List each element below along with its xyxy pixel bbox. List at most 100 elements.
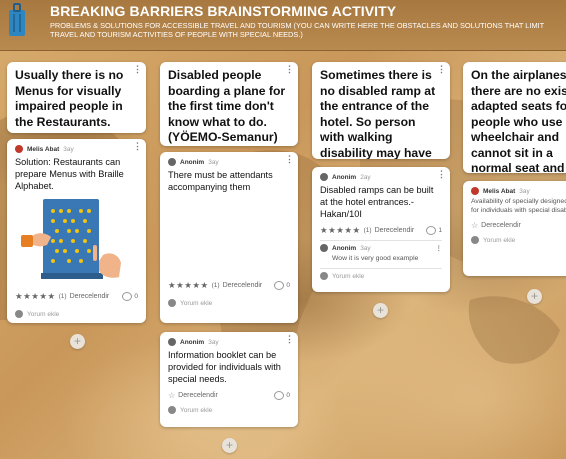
add-post-button[interactable]: +	[70, 334, 85, 349]
comment-icon[interactable]	[426, 226, 437, 235]
more-options-icon[interactable]: ⋮	[133, 142, 142, 151]
post-text: Information booklet can be provided for …	[168, 350, 281, 384]
post-meta: Anonim 3ay	[160, 152, 298, 166]
post-age: 3ay	[208, 338, 219, 346]
post-card[interactable]: ⋮ Anonim 2ay Disabled ramps can be built…	[312, 167, 450, 292]
braille-menu-illustration	[21, 199, 121, 279]
post-age: 3ay	[519, 187, 530, 195]
add-comment[interactable]: Yorum ekle	[160, 295, 298, 313]
author-name: Anonim	[332, 173, 357, 181]
post-age: 2ay	[360, 173, 371, 181]
rating-row: ★★★★★ (1) Derecelendir 1	[312, 225, 450, 236]
post-text: There must be attendants accompanying th…	[168, 170, 273, 192]
rating-count: (1)	[363, 227, 372, 234]
post-meta: Melis Abat 3ay	[463, 181, 566, 195]
star-rating[interactable]: ★★★★★	[320, 225, 361, 236]
avatar	[320, 244, 328, 252]
more-options-icon[interactable]: ⋮	[285, 155, 294, 164]
rate-link[interactable]: Derecelendir	[481, 222, 521, 229]
rate-link[interactable]: Derecelendir	[223, 282, 263, 289]
add-post-button[interactable]: +	[527, 289, 542, 304]
post-text: Usually there is no Menus for visually i…	[15, 68, 124, 129]
add-comment[interactable]: Yorum ekle	[312, 269, 450, 286]
post-text: Solution: Restaurants can prepare Menus …	[15, 157, 124, 191]
comment-count: 0	[286, 282, 290, 289]
author-name: Anonim	[180, 158, 205, 166]
star-rating[interactable]: ★★★★★	[15, 291, 56, 302]
reply-meta: Anonim 3ay ⋮	[312, 241, 450, 252]
author-name: Anonim	[180, 338, 205, 346]
add-comment-label: Yorum ekle	[332, 272, 365, 280]
more-options-icon[interactable]: ⋮	[133, 65, 142, 74]
add-comment-label: Yorum ekle	[483, 236, 516, 244]
avatar	[168, 158, 176, 166]
add-comment[interactable]: Yorum ekle	[7, 306, 146, 323]
add-comment-label: Yorum ekle	[27, 310, 60, 318]
add-comment[interactable]: Yorum ekle	[463, 232, 566, 250]
column-header-post-4[interactable]: On the airplanes there are no exist adap…	[463, 62, 566, 173]
author-name: Melis Abat	[483, 187, 516, 195]
star-rating[interactable]: ★★★★★	[168, 280, 209, 291]
board-subtitle: PROBLEMS & SOLUTIONS FOR ACCESSIBLE TRAV…	[50, 21, 545, 39]
post-meta: Anonim 3ay	[160, 332, 298, 346]
user-avatar-icon	[320, 272, 328, 280]
star-outline-icon[interactable]: ☆	[168, 391, 175, 400]
avatar	[15, 145, 23, 153]
column-header-post-3[interactable]: ⋮ Sometimes there is no disabled ramp at…	[312, 62, 450, 159]
comment-icon[interactable]	[274, 281, 285, 290]
add-post-button[interactable]: +	[222, 438, 237, 453]
rating-count: (1)	[211, 282, 220, 289]
author-name: Melis Abat	[27, 145, 60, 153]
column-header-post-2[interactable]: ⋮ Disabled people boarding a plane for t…	[160, 62, 298, 146]
board-title: BREAKING BARRIERS BRAINSTORMING ACTIVITY	[50, 3, 397, 19]
board-header: BREAKING BARRIERS BRAINSTORMING ACTIVITY…	[0, 0, 566, 51]
comment-count: 1	[438, 227, 442, 234]
post-card[interactable]: ⋮ Anonim 3ay Information booklet can be …	[160, 332, 298, 427]
post-text: Availability of specially designed seats…	[471, 198, 566, 214]
rating-row: ☆ Derecelendir 0	[160, 391, 298, 400]
post-card[interactable]: ⋮ Anonim 3ay There must be attendants ac…	[160, 152, 298, 323]
rating-row: ★★★★★ (1) Derecelendir 0	[7, 291, 146, 302]
rate-link[interactable]: Derecelendir	[178, 392, 218, 399]
suitcase-icon	[9, 3, 25, 36]
avatar	[168, 338, 176, 346]
user-avatar-icon	[471, 236, 479, 244]
rating-row: ★★★★★ (1) Derecelendir 0	[160, 280, 298, 291]
user-avatar-icon	[168, 406, 176, 414]
avatar	[320, 173, 328, 181]
post-text: Disabled ramps can be built at the hotel…	[320, 185, 434, 219]
more-options-icon[interactable]: ⋮	[437, 170, 446, 179]
more-options-icon[interactable]: ⋮	[436, 244, 443, 252]
post-text: On the airplanes there are no exist adap…	[471, 68, 566, 173]
column-header-post-1[interactable]: ⋮ Usually there is no Menus for visually…	[7, 62, 146, 133]
more-options-icon[interactable]: ⋮	[437, 65, 446, 74]
comment-count: 0	[286, 392, 290, 399]
comment-count: 0	[134, 293, 138, 300]
reply-age: 3ay	[360, 244, 371, 252]
post-meta: Melis Abat 3ay	[7, 139, 146, 153]
avatar	[471, 187, 479, 195]
star-outline-icon[interactable]: ☆	[471, 221, 478, 230]
post-meta: Anonim 2ay	[312, 167, 450, 181]
add-comment-label: Yorum ekle	[180, 299, 213, 307]
add-comment-label: Yorum ekle	[180, 406, 213, 414]
reply-text: Wow it is very good example	[332, 255, 419, 262]
more-options-icon[interactable]: ⋮	[285, 65, 294, 74]
post-card[interactable]: ⋮ Melis Abat 3ay Solution: Restaurants c…	[7, 139, 146, 323]
rate-link[interactable]: Derecelendir	[70, 293, 110, 300]
add-post-button[interactable]: +	[373, 303, 388, 318]
rating-count: (1)	[58, 293, 67, 300]
comment-icon[interactable]	[274, 391, 285, 400]
user-avatar-icon	[15, 310, 23, 318]
more-options-icon[interactable]: ⋮	[285, 335, 294, 344]
post-text: Sometimes there is no disabled ramp at t…	[320, 68, 436, 159]
reply-author: Anonim	[332, 244, 357, 252]
post-card[interactable]: Melis Abat 3ay Availability of specially…	[463, 181, 566, 276]
post-age: 3ay	[63, 145, 74, 153]
add-comment[interactable]: Yorum ekle	[160, 402, 298, 420]
user-avatar-icon	[168, 299, 176, 307]
rate-link[interactable]: Derecelendir	[375, 227, 415, 234]
comment-icon[interactable]	[122, 292, 133, 301]
post-text: Disabled people boarding a plane for the…	[168, 68, 286, 144]
rating-row: ☆ Derecelendir	[463, 221, 566, 230]
